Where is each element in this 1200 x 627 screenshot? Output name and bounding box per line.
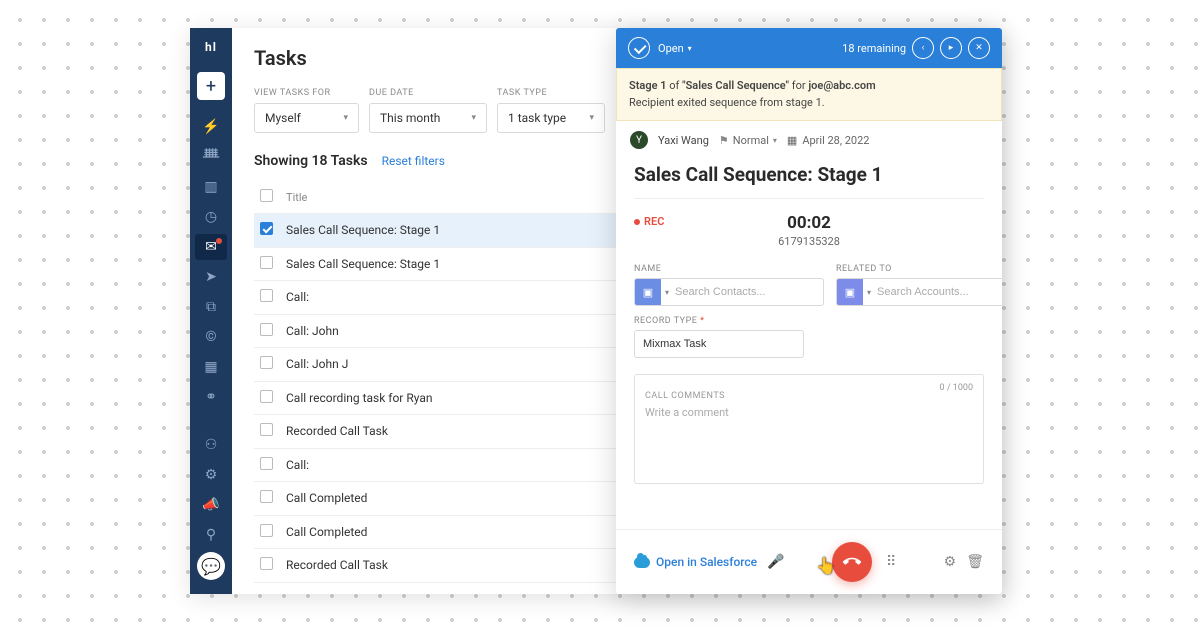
close-panel-button[interactable]: ✕ <box>968 37 990 59</box>
prev-task-button[interactable]: ‹ <box>912 37 934 59</box>
owner-avatar[interactable]: Y <box>630 131 648 149</box>
name-label: NAME <box>634 264 824 274</box>
row-checkbox[interactable] <box>260 557 273 570</box>
comments-count: 0 / 1000 <box>940 383 973 393</box>
remaining-count: 18 remaining <box>842 42 906 55</box>
due-date[interactable]: ▦ April 28, 2022 <box>787 134 870 147</box>
phone-number: 6179135328 <box>634 235 984 248</box>
filter-due-select[interactable]: This month ▾ <box>369 103 487 133</box>
showing-count: Showing 18 Tasks <box>254 153 368 169</box>
alert-body: Recipient exited sequence from stage 1. <box>629 95 989 112</box>
row-checkbox[interactable] <box>260 423 273 436</box>
nav-at-icon[interactable]: © <box>195 324 227 350</box>
contact-icon[interactable]: ▣ <box>635 279 661 305</box>
chevron-down-icon: ▾ <box>471 113 476 123</box>
nav-send-icon[interactable]: ➤ <box>195 264 227 290</box>
alert-sequence: "Sales Call Sequence" <box>682 79 789 92</box>
chevron-down-icon: ▾ <box>688 44 692 53</box>
gear-icon[interactable]: ⚙ <box>944 554 957 570</box>
row-checkbox[interactable] <box>260 390 273 403</box>
owner-name: Yaxi Wang <box>658 134 709 147</box>
nav-copy-icon[interactable]: ⧉ <box>195 294 227 320</box>
record-type-input[interactable] <box>634 330 804 358</box>
date-value: April 28, 2022 <box>802 134 869 147</box>
chevron-down-icon: ▾ <box>589 113 594 123</box>
sidebar: hl + ⚡ ᚙ ▥ ◷ ✉ ➤ ⧉ © ▦ ⚭ ⚇ ⚙ 📣 ⚲ 💬 <box>190 28 232 594</box>
dialpad-icon[interactable]: ⠿ <box>886 554 896 570</box>
panel-footer: Open in Salesforce 🎤 ⠿ ⚙ 🗑 <box>616 529 1002 594</box>
compose-button[interactable]: + <box>197 72 225 100</box>
nav-clock-icon[interactable]: ◷ <box>195 204 227 230</box>
mic-icon[interactable]: 🎤 <box>767 554 784 570</box>
calendar-icon: ▦ <box>787 134 797 147</box>
row-checkbox[interactable] <box>260 323 273 336</box>
task-detail-panel: Open ▾ 18 remaining ‹ ▸ ✕ Stage 1 of "Sa… <box>616 28 1002 594</box>
comments-placeholder: Write a comment <box>645 406 973 419</box>
filter-type-value: 1 task type <box>508 111 566 125</box>
salesforce-label: Open in Salesforce <box>656 555 757 569</box>
alert-email: joe@abc.com <box>808 79 875 92</box>
task-title: Sales Call Sequence: Stage 1 <box>634 163 984 199</box>
nav-settings-icon[interactable]: ⚙ <box>195 462 227 488</box>
name-input[interactable] <box>661 286 823 298</box>
related-lookup[interactable]: ▣ <box>836 278 1002 306</box>
row-checkbox[interactable] <box>260 222 273 235</box>
call-timer: 00:02 <box>634 213 984 233</box>
account-icon[interactable]: ▣ <box>837 279 863 305</box>
filter-due-value: This month <box>380 111 440 125</box>
filter-type-label: TASK TYPE <box>497 88 605 98</box>
call-status: REC 00:02 6179135328 <box>634 213 984 248</box>
filter-type-select[interactable]: 1 task type ▾ <box>497 103 605 133</box>
trash-icon[interactable]: 🗑 <box>966 554 984 570</box>
row-checkbox[interactable] <box>260 457 273 470</box>
next-task-button[interactable]: ▸ <box>940 37 962 59</box>
related-input[interactable] <box>863 286 1002 298</box>
row-checkbox[interactable] <box>260 256 273 269</box>
flag-icon: ⚑ <box>719 134 729 147</box>
nav-branch-icon[interactable]: ᚙ <box>195 144 227 170</box>
recording-indicator: REC <box>634 215 664 228</box>
panel-header: Open ▾ 18 remaining ‹ ▸ ✕ <box>616 28 1002 68</box>
record-type-label: RECORD TYPE * <box>634 316 984 326</box>
open-salesforce-link[interactable]: Open in Salesforce <box>634 555 757 569</box>
salesforce-icon <box>634 557 650 568</box>
status-dropdown[interactable]: Open ▾ <box>658 42 692 55</box>
sequence-alert: Stage 1 of "Sales Call Sequence" for joe… <box>616 68 1002 121</box>
alert-stage: Stage 1 <box>629 79 667 92</box>
name-lookup[interactable]: ▣ <box>634 278 824 306</box>
row-checkbox[interactable] <box>260 524 273 537</box>
comments-box[interactable]: CALL COMMENTS 0 / 1000 Write a comment <box>634 374 984 484</box>
filter-view-select[interactable]: Myself ▾ <box>254 103 359 133</box>
nav-users-icon[interactable]: ⚇ <box>195 432 227 458</box>
nav-chart-icon[interactable]: ▥ <box>195 174 227 200</box>
nav-bolt-icon[interactable]: ⚡ <box>195 114 227 140</box>
reset-filters-link[interactable]: Reset filters <box>382 154 445 168</box>
row-checkbox[interactable] <box>260 356 273 369</box>
nav-calendar-icon[interactable]: ▦ <box>195 354 227 380</box>
priority-dropdown[interactable]: ⚑ Normal ▾ <box>719 134 777 147</box>
complete-task-button[interactable] <box>628 37 650 59</box>
priority-value: Normal <box>733 134 769 147</box>
filter-view-label: VIEW TASKS FOR <box>254 88 359 98</box>
nav-tasks-icon[interactable]: ✉ <box>195 234 227 260</box>
chat-button[interactable]: 💬 <box>197 552 225 580</box>
hangup-button[interactable] <box>832 542 872 582</box>
nav-megaphone-icon[interactable]: 📣 <box>195 492 227 518</box>
chevron-down-icon: ▾ <box>773 136 777 145</box>
select-all-checkbox[interactable] <box>260 189 273 202</box>
row-checkbox[interactable] <box>260 289 273 302</box>
status-label: Open <box>658 42 684 55</box>
related-label: RELATED TO <box>836 264 1002 274</box>
nav-broadcast-icon[interactable]: ⚲ <box>195 522 227 548</box>
filter-view-value: Myself <box>265 111 301 125</box>
comments-label: CALL COMMENTS <box>645 391 725 401</box>
nav-link-icon[interactable]: ⚭ <box>195 384 227 410</box>
task-meta: Y Yaxi Wang ⚑ Normal ▾ ▦ April 28, 2022 <box>616 121 1002 159</box>
notification-dot <box>216 238 222 244</box>
row-checkbox[interactable] <box>260 490 273 503</box>
filter-due-label: DUE DATE <box>369 88 487 98</box>
app-logo: hl <box>205 40 217 54</box>
chevron-down-icon: ▾ <box>343 113 348 123</box>
